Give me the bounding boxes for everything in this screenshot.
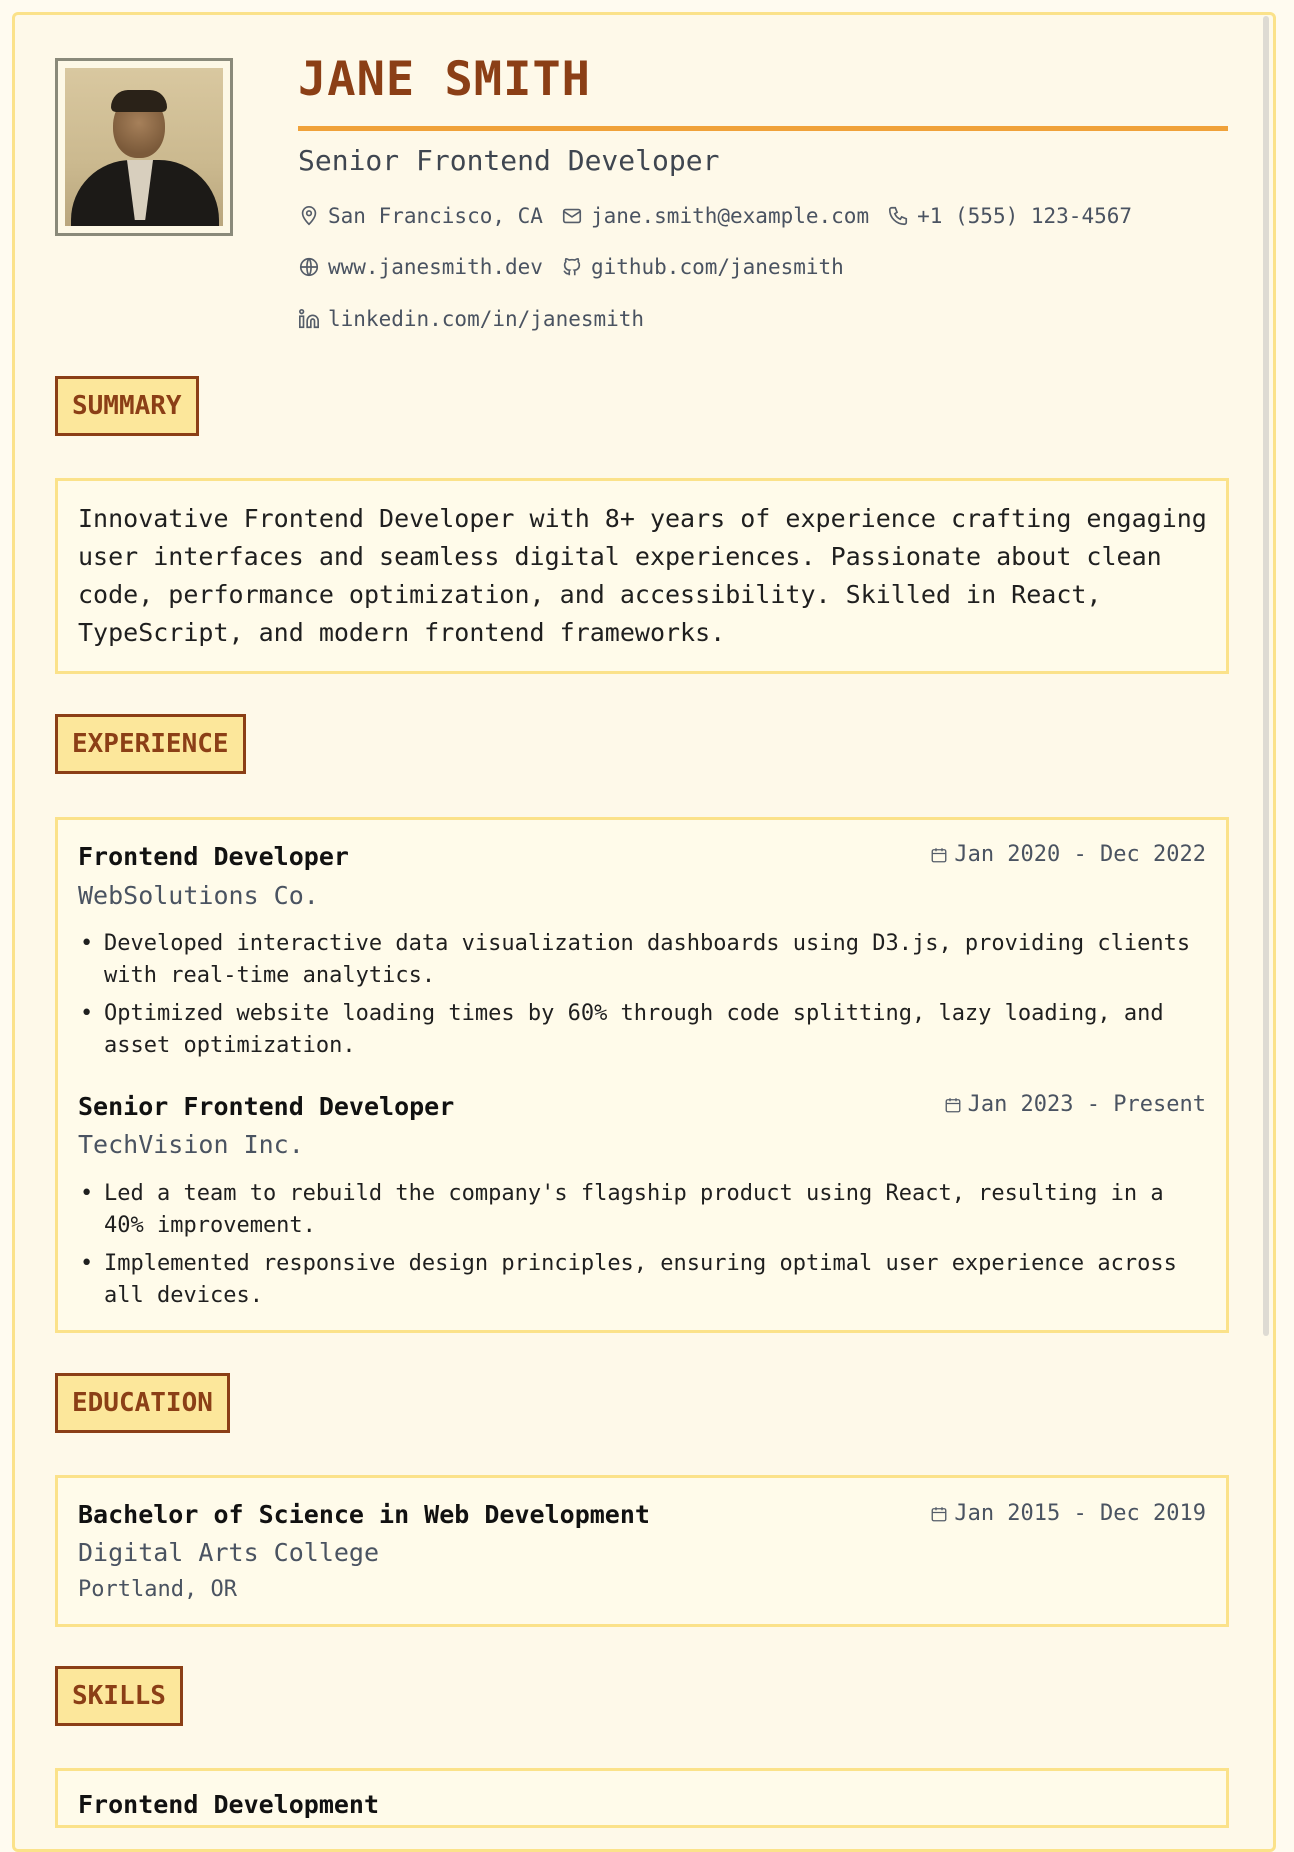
contact-email[interactable]: jane.smith@example.com [561,204,869,228]
contact-row-3: linkedin.com/in/janesmith [298,307,662,331]
list-item: Led a team to rebuild the company's flag… [78,1178,1208,1242]
list-item: Developed interactive data visualization… [78,928,1208,992]
contact-row-1: San Francisco, CA jane.smith@example.com… [298,204,1150,228]
list-item: Optimized website loading times by 60% t… [78,998,1208,1062]
contact-row-2: www.janesmith.dev github.com/janesmith [298,255,862,279]
section-label-education: EDUCATION [55,1373,230,1433]
scrollbar[interactable] [1263,16,1269,1336]
education-dates: Jan 2015 - Dec 2019 [930,1501,1206,1526]
contact-website[interactable]: www.janesmith.dev [298,255,543,279]
linkedin-icon [299,309,319,329]
school-name: Digital Arts College [78,1538,380,1567]
calendar-icon [931,847,947,862]
degree-title: Bachelor of Science in Web Development [78,1500,650,1529]
section-label-summary: SUMMARY [55,376,199,436]
contact-linkedin[interactable]: linkedin.com/in/janesmith [298,307,644,331]
person-name: JANE SMITH [298,52,591,107]
phone-icon [889,206,908,226]
calendar-icon [931,1506,947,1521]
company-name: TechVision Inc. [78,1130,304,1159]
job-dates: Jan 2023 - Present [944,1092,1206,1117]
job-bullets: Developed interactive data visualization… [78,928,1208,1068]
globe-icon [299,257,319,277]
map-pin-icon [301,206,317,226]
section-label-experience: EXPERIENCE [55,714,246,774]
name-underline [298,126,1228,131]
summary-text: Innovative Frontend Developer with 8+ ye… [78,504,1207,647]
job-bullets: Led a team to rebuild the company's flag… [78,1178,1208,1318]
job-title: Senior Frontend Developer [78,1092,455,1121]
profile-photo-frame [55,58,233,236]
calendar-icon [945,1097,961,1112]
company-name: WebSolutions Co. [78,881,319,910]
list-item: Implemented responsive design principles… [78,1248,1208,1312]
section-label-skills: SKILLS [55,1666,183,1726]
github-icon [563,257,581,276]
job-title: Frontend Developer [78,842,349,871]
job-dates: Jan 2020 - Dec 2022 [930,842,1206,867]
contact-github[interactable]: github.com/janesmith [561,255,844,279]
school-location: Portland, OR [78,1577,237,1602]
contact-location: San Francisco, CA [298,204,543,228]
mail-icon [562,208,582,224]
profile-photo [65,68,223,226]
job-headline: Senior Frontend Developer [298,144,720,177]
contact-phone[interactable]: +1 (555) 123-4567 [887,204,1132,228]
skills-group-title: Frontend Development [78,1790,380,1819]
